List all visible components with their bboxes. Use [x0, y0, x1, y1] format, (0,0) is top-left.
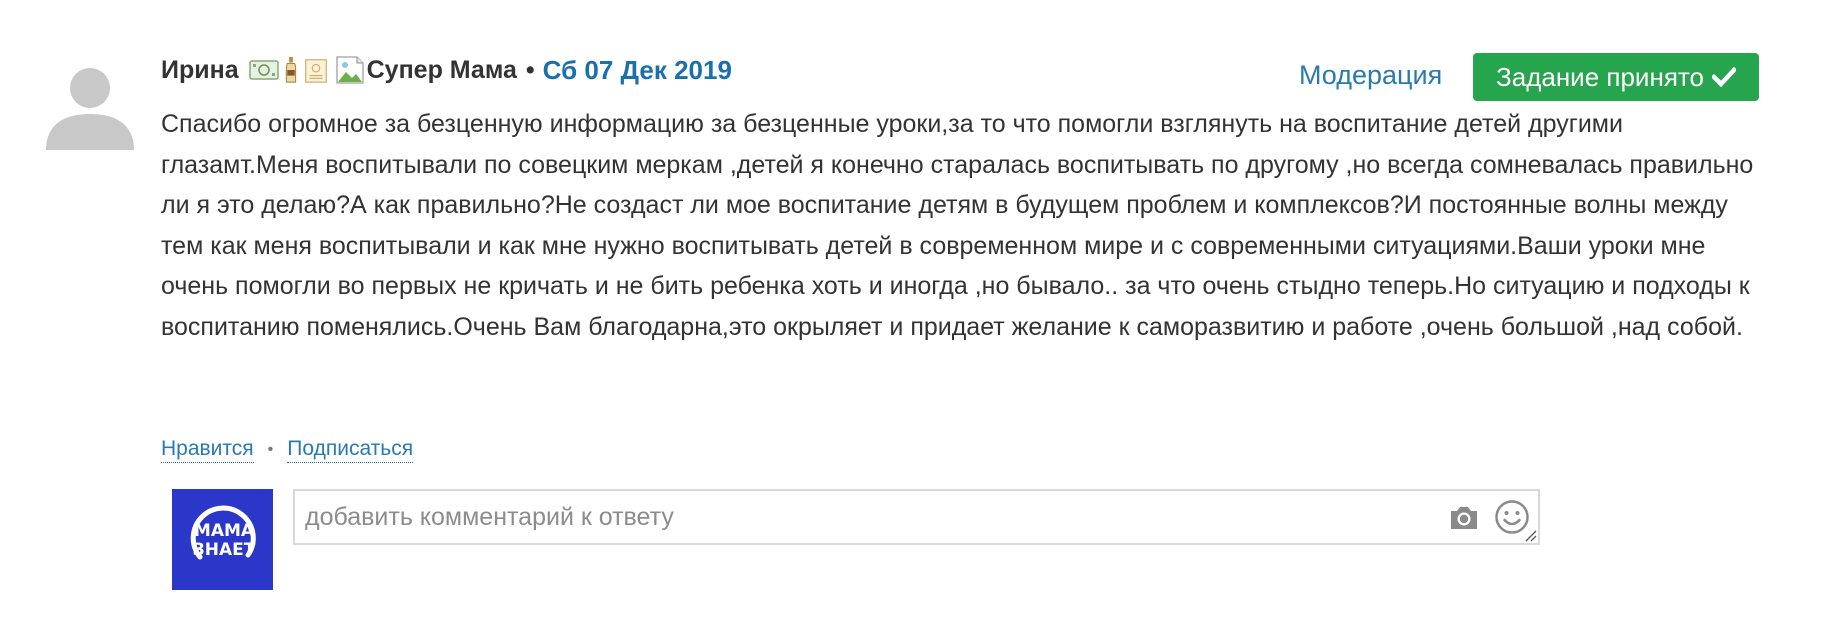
header-separator: •: [525, 55, 535, 84]
actions-separator: •: [267, 440, 274, 458]
user-rank: Супер Мама: [366, 55, 517, 84]
certificate-badge-icon: [304, 59, 327, 83]
moderation-link[interactable]: Модерация: [1299, 58, 1442, 92]
logo-text-line1: МАМА: [194, 521, 255, 541]
badges: [248, 55, 367, 85]
subscribe-link[interactable]: Подписаться: [287, 436, 414, 463]
logo-text-line2: ЗНАЕТ: [193, 540, 256, 560]
comment-text: Спасибо огромное за безценную информацию…: [161, 110, 1754, 341]
resize-handle-icon[interactable]: [1523, 528, 1537, 542]
task-accepted-label: Задание принято: [1496, 61, 1704, 92]
comment-header: Ирина Супер Мама • Сб 07 Дек 2019: [161, 50, 732, 90]
checkmark-icon: [1711, 67, 1736, 87]
current-user-avatar: МАМА ЗНАЕТ: [172, 489, 273, 590]
comment-actions: Нравится • Подписаться: [161, 436, 414, 463]
task-accepted-button[interactable]: Задание принято: [1473, 53, 1759, 101]
camera-icon[interactable]: [1448, 502, 1480, 532]
money-badge-icon: [248, 60, 279, 80]
reply-comment-box: [293, 489, 1540, 545]
user-avatar[interactable]: [44, 58, 136, 150]
user-silhouette-icon: [46, 68, 134, 150]
broken-image-icon: [335, 56, 364, 84]
like-link[interactable]: Нравится: [161, 436, 254, 463]
author-name[interactable]: Ирина: [161, 56, 239, 85]
comment-date-link[interactable]: Сб 07 Дек 2019: [543, 55, 732, 86]
mama-znaet-logo: МАМА ЗНАЕТ: [190, 505, 256, 560]
reply-comment-input[interactable]: [295, 491, 1435, 543]
bottle-badge-icon: [285, 56, 296, 83]
